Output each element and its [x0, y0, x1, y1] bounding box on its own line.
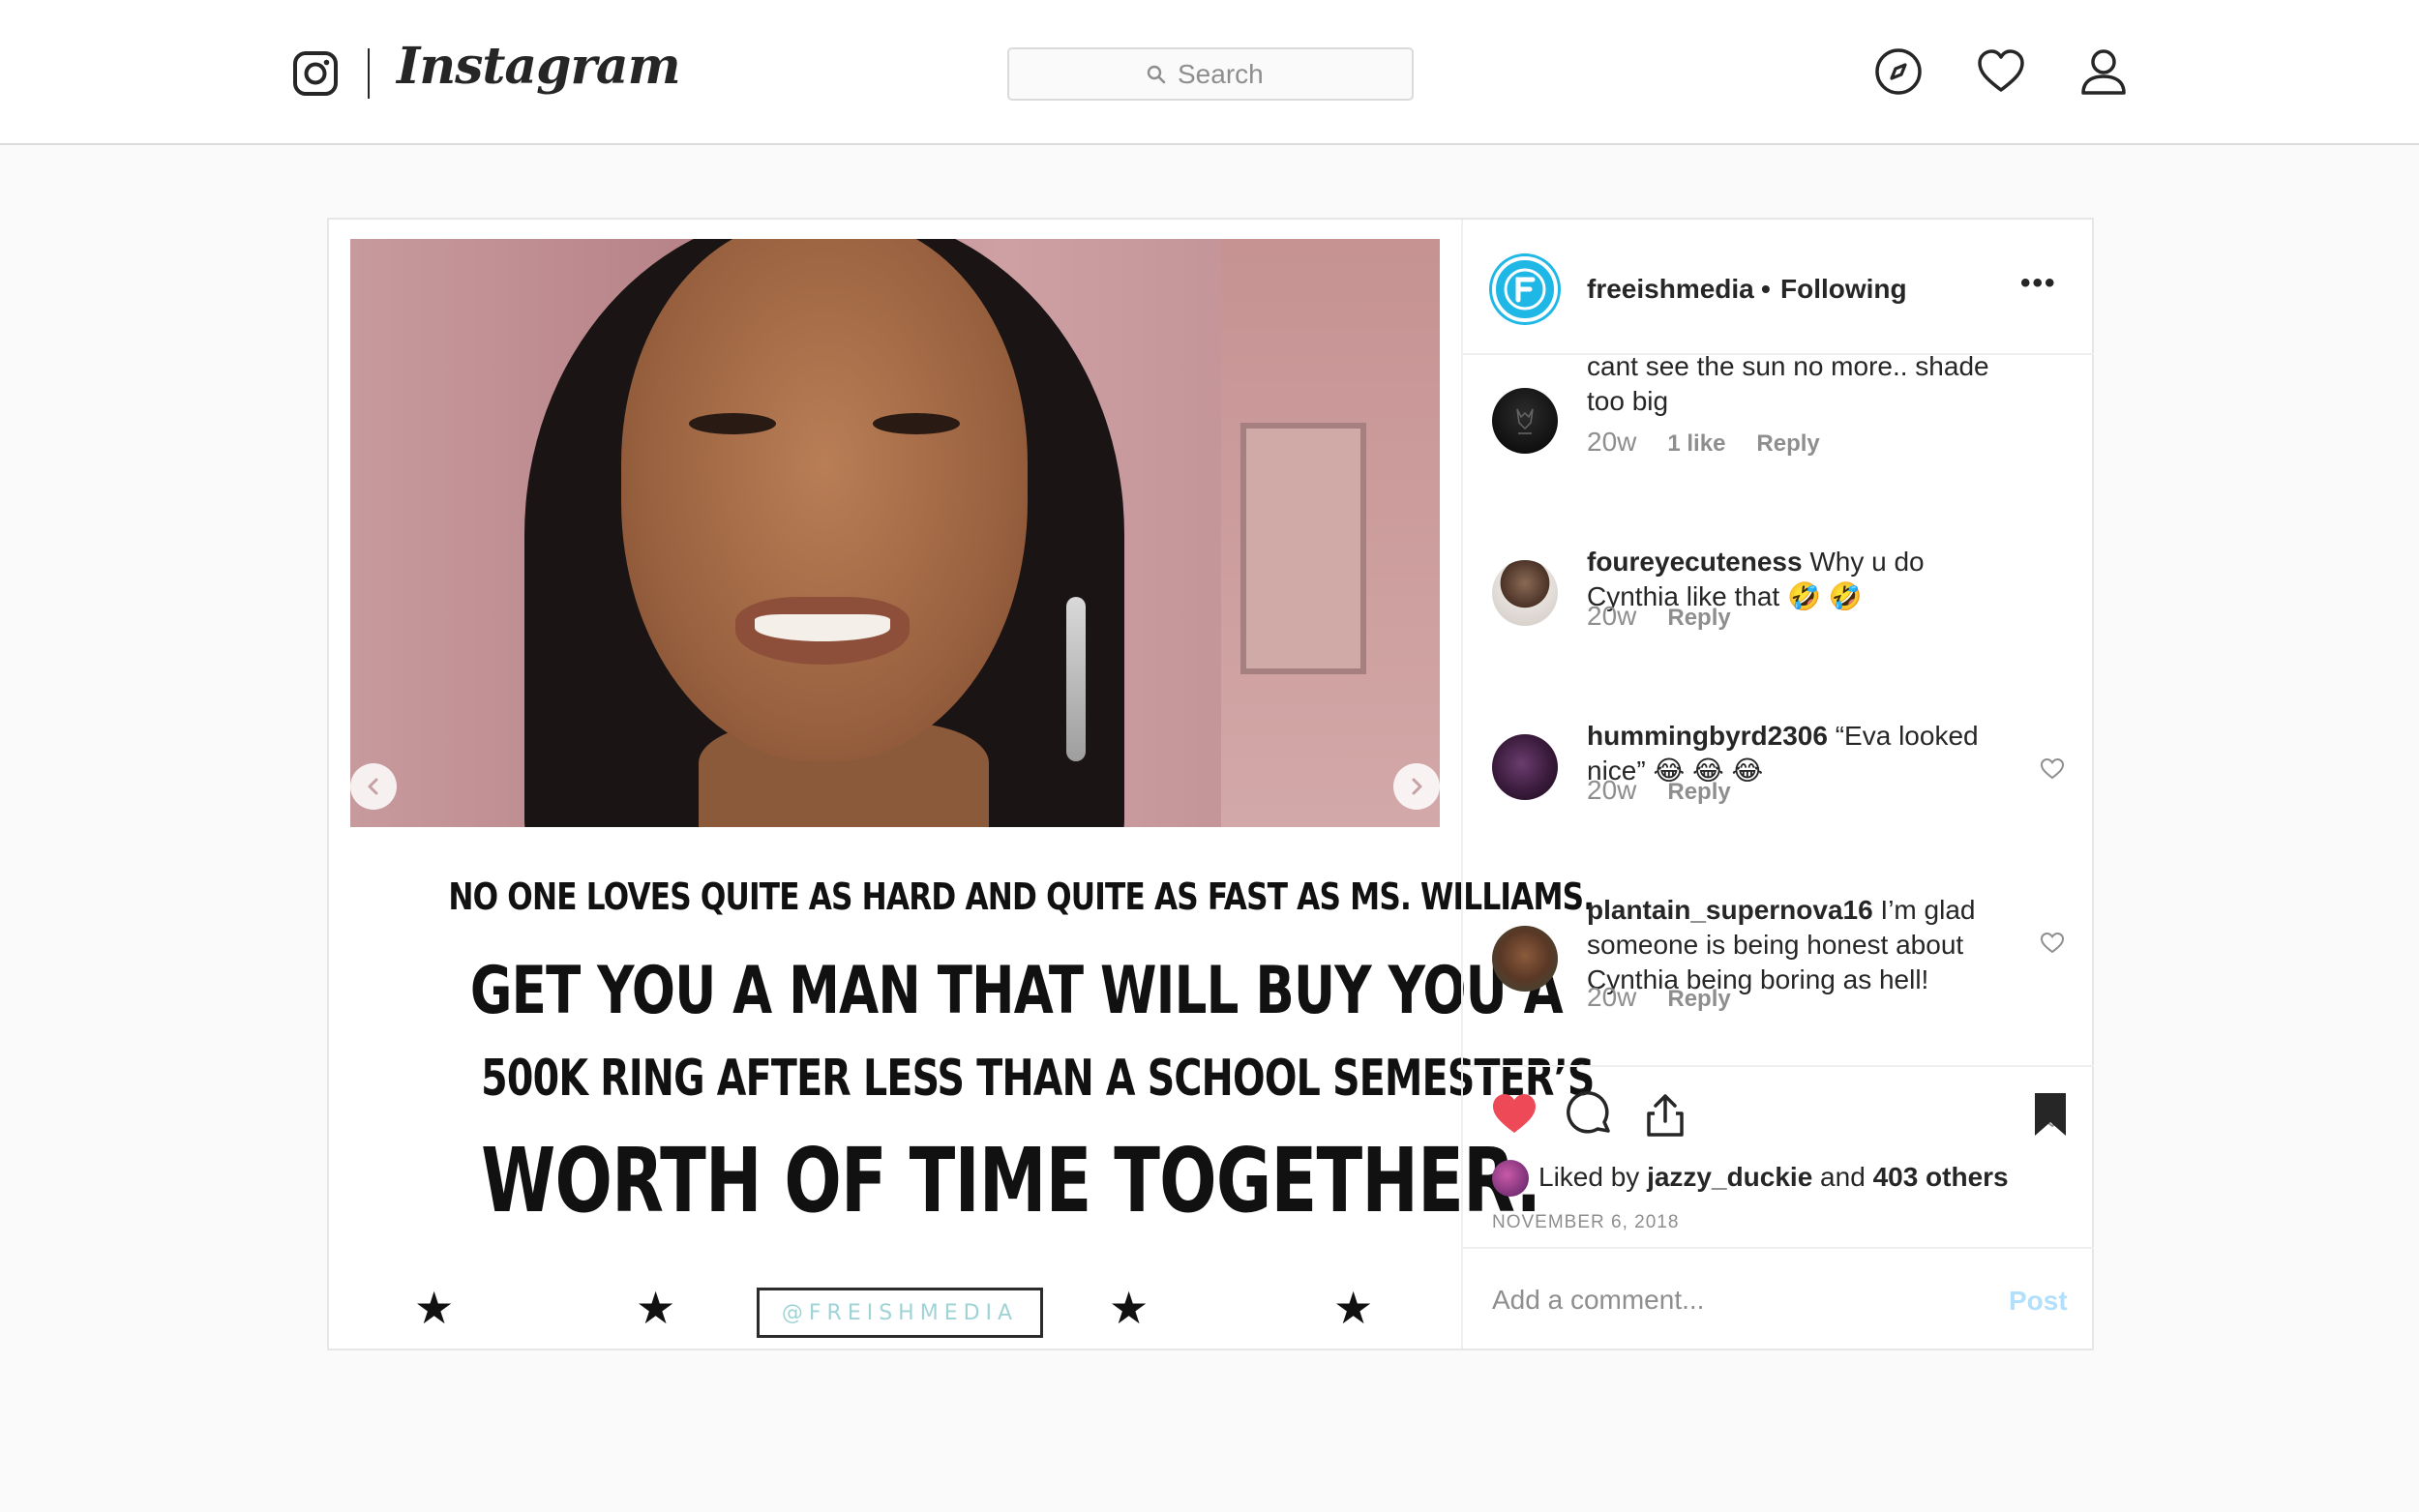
- likes-summary: Liked by jazzy_duckie and 403 others: [1538, 1162, 2009, 1193]
- comment-icon[interactable]: [1566, 1090, 1614, 1139]
- more-options-icon[interactable]: •••: [2020, 269, 2078, 303]
- comment-username[interactable]: plantain_supernova16: [1587, 895, 1873, 925]
- search-box[interactable]: [1007, 47, 1414, 101]
- comment-timestamp[interactable]: 20w: [1587, 775, 1636, 806]
- search-input[interactable]: [1178, 58, 1274, 90]
- reply-button[interactable]: Reply: [1667, 605, 1730, 632]
- comment-content: cant see the sun no more.. shade too big: [1587, 355, 1989, 416]
- chevron-right-icon: [1412, 778, 1422, 795]
- author-avatar[interactable]: [1492, 256, 1558, 322]
- post-comment-button[interactable]: Post: [2009, 1286, 2068, 1317]
- comment-timestamp[interactable]: 20w: [1587, 601, 1636, 632]
- bookmark-icon[interactable]: [2026, 1090, 2075, 1139]
- photo-eye-right: [873, 413, 960, 434]
- photo-eye-left: [689, 413, 776, 434]
- comment-input[interactable]: [1492, 1278, 1976, 1322]
- top-navigation: Instagram: [0, 0, 2419, 145]
- following-button[interactable]: Following: [1780, 274, 1907, 305]
- comment-username[interactable]: hummingbyrd2306: [1587, 721, 1828, 751]
- header-separator: •: [1761, 274, 1771, 304]
- comment-like-heart-icon[interactable]: [2040, 757, 2065, 781]
- post-media: NO ONE LOVES QUITE AS HARD AND QUITE AS …: [329, 220, 1595, 1349]
- like-heart-icon[interactable]: [1490, 1090, 1538, 1139]
- carousel-prev-button[interactable]: [350, 763, 397, 810]
- add-comment-box: Post: [1463, 1247, 2094, 1349]
- instagram-logo-icon[interactable]: [292, 50, 339, 97]
- star-icon: ★: [1333, 1282, 1374, 1334]
- comment-text: cant see the sun no more.. shade too big: [1587, 355, 2022, 419]
- comment-meta: 20w 1 like Reply: [1587, 427, 1820, 458]
- freeishmedia-logo-icon: [1504, 268, 1546, 311]
- liker-username[interactable]: jazzy_duckie: [1647, 1162, 1812, 1192]
- photo-face: [621, 239, 1028, 761]
- image-caption-line-4: WORTH OF TIME TOGETHER.: [481, 1129, 1541, 1232]
- compass-icon[interactable]: [1873, 46, 1924, 97]
- instagram-wordmark[interactable]: Instagram: [397, 37, 681, 104]
- wolf-logo-icon: [1516, 408, 1534, 434]
- star-icon: ★: [1109, 1282, 1150, 1334]
- heart-icon[interactable]: [1976, 46, 2026, 97]
- comment-like-count[interactable]: 1 like: [1667, 430, 1725, 458]
- comment-username[interactable]: foureyecuteness: [1587, 547, 1803, 577]
- post-photo[interactable]: [350, 239, 1440, 827]
- search-icon: [1147, 65, 1166, 83]
- likes-and: and: [1812, 1162, 1873, 1192]
- post-card: NO ONE LOVES QUITE AS HARD AND QUITE AS …: [327, 218, 2094, 1350]
- liker-avatar[interactable]: [1492, 1160, 1529, 1197]
- commenter-avatar[interactable]: [1492, 560, 1558, 626]
- commenter-avatar[interactable]: [1492, 734, 1558, 800]
- image-caption-line-2: GET YOU A MAN THAT WILL BUY YOU A: [469, 953, 1564, 1029]
- post-header: freeishmedia • Following •••: [1463, 220, 2094, 355]
- reply-button[interactable]: Reply: [1667, 779, 1730, 806]
- share-icon[interactable]: [1641, 1090, 1689, 1139]
- post-side-panel: freeishmedia • Following ••• cant see th…: [1461, 220, 2094, 1349]
- comment-timestamp[interactable]: 20w: [1587, 427, 1636, 458]
- likes-others-link[interactable]: 403 others: [1873, 1162, 2009, 1192]
- photo-teeth: [755, 614, 890, 641]
- chevron-left-icon: [368, 778, 378, 795]
- commenter-avatar[interactable]: [1492, 926, 1558, 992]
- comment-meta: 20w Reply: [1587, 601, 1731, 632]
- image-caption-line-1: NO ONE LOVES QUITE AS HARD AND QUITE AS …: [448, 875, 1595, 918]
- nav-divider: [368, 48, 370, 99]
- profile-icon[interactable]: [2078, 46, 2129, 97]
- comment-timestamp[interactable]: 20w: [1587, 982, 1636, 1013]
- photo-earring: [1066, 597, 1086, 761]
- post-actions: Liked by jazzy_duckie and 403 others NOV…: [1463, 1065, 2094, 1249]
- freishmedia-watermark: @FREISHMEDIA: [757, 1288, 1043, 1338]
- carousel-next-button[interactable]: [1393, 763, 1440, 810]
- reply-button[interactable]: Reply: [1756, 430, 1819, 458]
- likes-prefix: Liked by: [1538, 1162, 1648, 1192]
- photo-wall-frame: [1240, 423, 1366, 674]
- star-icon: ★: [414, 1282, 455, 1334]
- comment-meta: 20w Reply: [1587, 775, 1731, 806]
- comment-meta: 20w Reply: [1587, 982, 1731, 1013]
- commenter-avatar[interactable]: [1492, 388, 1558, 454]
- post-date[interactable]: NOVEMBER 6, 2018: [1492, 1212, 1679, 1233]
- author-username[interactable]: freeishmedia: [1587, 274, 1754, 305]
- image-caption-line-3: 500K RING AFTER LESS THAN A SCHOOL SEMES…: [481, 1050, 1595, 1108]
- star-icon: ★: [636, 1282, 676, 1334]
- comment-like-heart-icon[interactable]: [2040, 932, 2065, 955]
- reply-button[interactable]: Reply: [1667, 986, 1730, 1013]
